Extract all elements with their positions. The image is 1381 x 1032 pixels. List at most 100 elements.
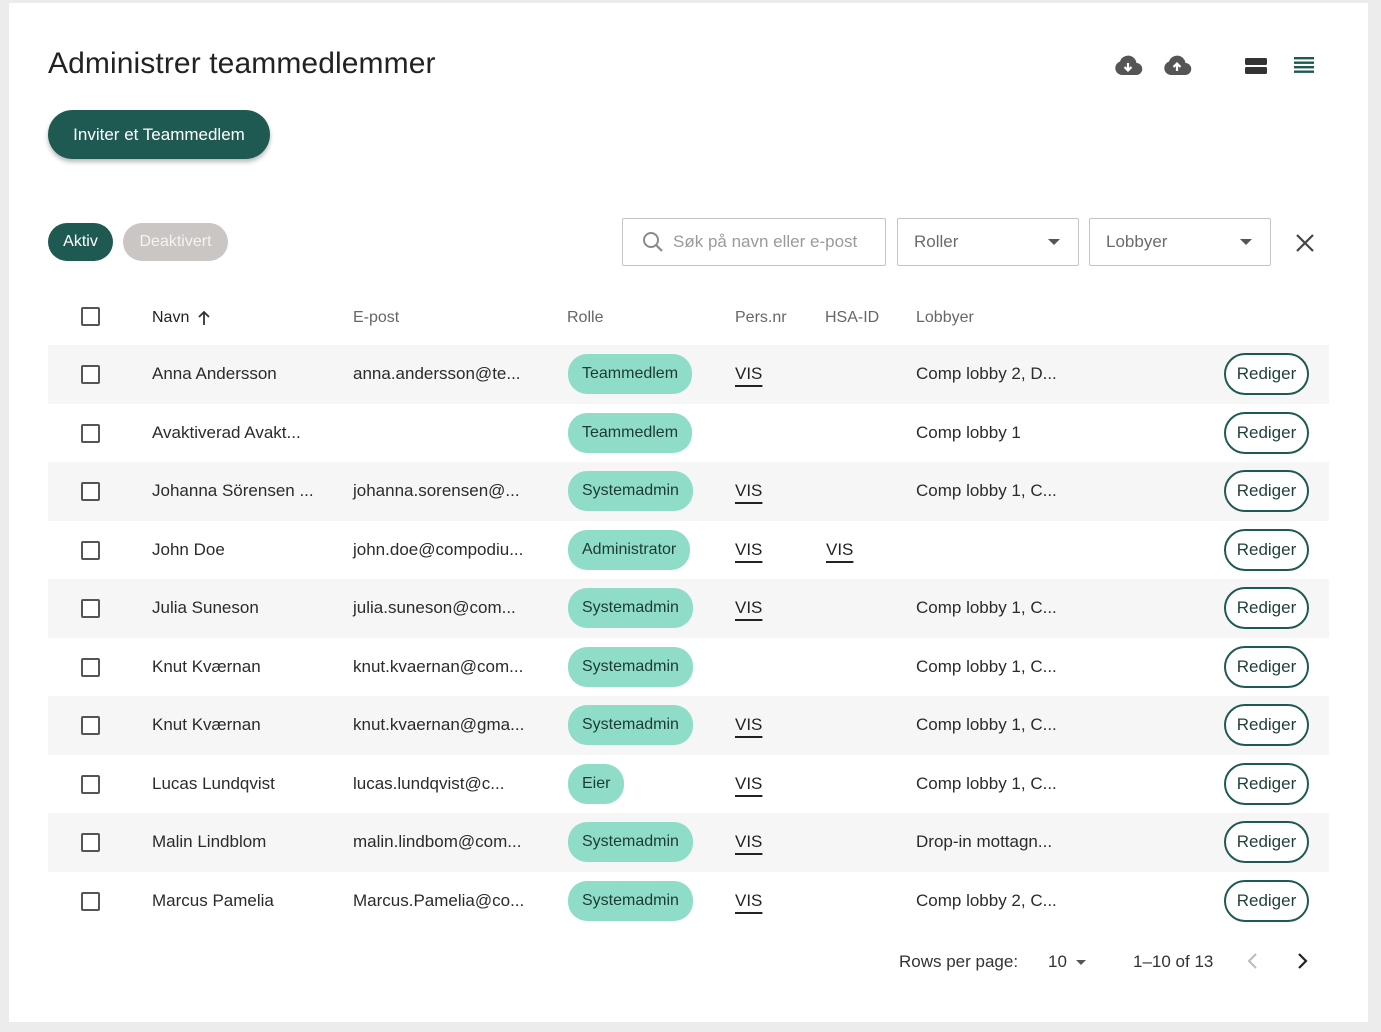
member-lobbies: Comp lobby 1, C... bbox=[916, 656, 1057, 676]
member-email: johanna.sorensen@... bbox=[353, 481, 520, 501]
edit-button[interactable]: Rediger bbox=[1224, 470, 1309, 513]
table-row: Malin Lindblom malin.lindbom@com... System… bbox=[48, 813, 1329, 872]
edit-button[interactable]: Rediger bbox=[1224, 411, 1309, 454]
member-lobbies: Comp lobby 1, C... bbox=[916, 715, 1057, 735]
main-card: Administrer teammedlemmer Inviter et Tea… bbox=[9, 3, 1368, 1022]
member-name: Knut Kværnan bbox=[152, 715, 261, 735]
row-checkbox[interactable] bbox=[81, 540, 100, 560]
show-pers-link[interactable]: VIS bbox=[735, 364, 762, 384]
role-chip: Systemadmin bbox=[568, 705, 693, 746]
row-checkbox[interactable] bbox=[81, 716, 100, 735]
member-name: Malin Lindblom bbox=[152, 832, 267, 852]
status-tab-active[interactable]: Aktiv bbox=[48, 223, 113, 261]
row-checkbox[interactable] bbox=[81, 599, 100, 618]
role-chip: Systemadmin bbox=[568, 822, 693, 863]
member-name: John Doe bbox=[152, 539, 225, 559]
show-pers-link[interactable]: VIS bbox=[735, 891, 762, 911]
pagination-range: 1–10 of 13 bbox=[1133, 952, 1214, 971]
table-row: John Doe john.doe@compodiu... Administrato… bbox=[48, 521, 1329, 580]
edit-button[interactable]: Rediger bbox=[1224, 704, 1309, 747]
role-chip: Eier bbox=[568, 763, 625, 804]
chevron-right-icon[interactable] bbox=[1294, 950, 1310, 977]
member-lobbies: Comp lobby 1 bbox=[916, 422, 1021, 442]
member-name: Knut Kværnan bbox=[152, 656, 261, 676]
show-pers-link[interactable]: VIS bbox=[735, 598, 762, 618]
search-field bbox=[622, 218, 886, 266]
table-row: Knut Kværnan knut.kvaernan@com... Systemad… bbox=[48, 638, 1329, 697]
chevron-left-icon[interactable] bbox=[1245, 950, 1261, 977]
select-all-checkbox[interactable] bbox=[81, 307, 100, 326]
row-checkbox[interactable] bbox=[81, 833, 100, 852]
table-body: Anna Andersson anna.andersson@te... Teamme… bbox=[48, 345, 1329, 930]
member-name: Johanna Sörensen ... bbox=[152, 481, 314, 501]
show-pers-link[interactable]: VIS bbox=[735, 481, 762, 501]
status-tab-deactivated[interactable]: Deaktivert bbox=[123, 223, 228, 261]
edit-button[interactable]: Rediger bbox=[1224, 645, 1309, 688]
member-email: lucas.lundqvist@c... bbox=[353, 773, 505, 793]
table-row: Avaktiverad Avakt... Teammedlem Comp lobby… bbox=[48, 404, 1329, 463]
rows-per-page-label: Rows per page: bbox=[899, 952, 1019, 971]
member-email: knut.kvaernan@com... bbox=[353, 656, 524, 676]
row-checkbox[interactable] bbox=[81, 657, 100, 677]
comfortable-density-icon[interactable] bbox=[1239, 51, 1273, 81]
member-name: Julia Suneson bbox=[152, 598, 259, 618]
edit-button[interactable]: Rediger bbox=[1224, 587, 1309, 630]
row-checkbox[interactable] bbox=[81, 891, 100, 911]
column-header-role: Rolle bbox=[567, 309, 604, 326]
roles-select-label: Roller bbox=[914, 232, 959, 251]
column-header-email: E-post bbox=[353, 309, 400, 326]
compact-density-icon[interactable] bbox=[1287, 51, 1321, 81]
show-pers-link[interactable]: VIS bbox=[735, 774, 762, 794]
search-input[interactable] bbox=[673, 232, 873, 252]
table-row: Julia Suneson julia.suneson@com... Systema… bbox=[48, 579, 1329, 638]
show-pers-link[interactable]: VIS bbox=[735, 715, 762, 735]
role-chip: Teammedlem bbox=[568, 412, 693, 453]
rows-per-page-select[interactable]: 10 bbox=[1048, 952, 1067, 972]
member-lobbies: Comp lobby 2, C... bbox=[916, 890, 1057, 910]
lobbies-select-label: Lobbyer bbox=[1106, 232, 1168, 251]
column-header-pers: Pers.nr bbox=[735, 309, 787, 326]
search-icon bbox=[641, 230, 665, 254]
role-chip: Systemadmin bbox=[568, 471, 693, 512]
row-checkbox[interactable] bbox=[81, 365, 100, 384]
edit-button[interactable]: Rediger bbox=[1224, 879, 1309, 922]
show-pers-link[interactable]: VIS bbox=[735, 832, 762, 852]
column-header-name[interactable]: Navn bbox=[152, 309, 211, 327]
row-checkbox[interactable] bbox=[81, 423, 100, 443]
member-lobbies: Comp lobby 2, D... bbox=[916, 364, 1057, 384]
invite-member-button[interactable]: Inviter et Teammedlem bbox=[48, 110, 270, 159]
pagination: Rows per page: 10 1–10 of 13 bbox=[9, 948, 1368, 978]
column-header-hsa: HSA-ID bbox=[825, 309, 880, 326]
edit-button[interactable]: Rediger bbox=[1224, 821, 1309, 864]
chevron-down-icon bbox=[1240, 239, 1252, 245]
cloud-upload-icon[interactable] bbox=[1160, 51, 1194, 81]
row-checkbox[interactable] bbox=[81, 482, 100, 501]
edit-button[interactable]: Rediger bbox=[1224, 353, 1309, 396]
member-name: Lucas Lundqvist bbox=[152, 773, 275, 793]
role-chip: Administrator bbox=[568, 529, 691, 570]
role-chip: Systemadmin bbox=[568, 588, 693, 629]
member-email: anna.andersson@te... bbox=[353, 364, 521, 384]
show-hsa-link[interactable]: VIS bbox=[826, 540, 853, 560]
row-checkbox[interactable] bbox=[81, 774, 100, 794]
member-email: malin.lindbom@com... bbox=[353, 832, 522, 852]
edit-button[interactable]: Rediger bbox=[1224, 762, 1309, 805]
member-name: Avaktiverad Avakt... bbox=[152, 422, 301, 442]
chevron-down-icon bbox=[1076, 960, 1086, 965]
cloud-download-icon[interactable] bbox=[1111, 51, 1145, 81]
member-email: knut.kvaernan@gma... bbox=[353, 715, 525, 735]
table-row: Johanna Sörensen ... johanna.sorensen@...… bbox=[48, 462, 1329, 521]
member-name: Marcus Pamelia bbox=[152, 890, 274, 910]
column-header-lobbies: Lobbyer bbox=[916, 309, 974, 326]
show-pers-link[interactable]: VIS bbox=[735, 540, 762, 560]
member-lobbies: Comp lobby 1, C... bbox=[916, 773, 1057, 793]
role-chip: Teammedlem bbox=[568, 354, 693, 395]
member-name: Anna Andersson bbox=[152, 364, 277, 384]
chevron-down-icon bbox=[1048, 239, 1060, 245]
clear-filters-icon[interactable] bbox=[1292, 230, 1318, 256]
edit-button[interactable]: Rediger bbox=[1224, 528, 1309, 571]
member-lobbies: Comp lobby 1, C... bbox=[916, 598, 1057, 618]
lobbies-select[interactable]: Lobbyer bbox=[1089, 218, 1271, 266]
sort-ascending-icon bbox=[197, 310, 211, 326]
roles-select[interactable]: Roller bbox=[897, 218, 1079, 266]
